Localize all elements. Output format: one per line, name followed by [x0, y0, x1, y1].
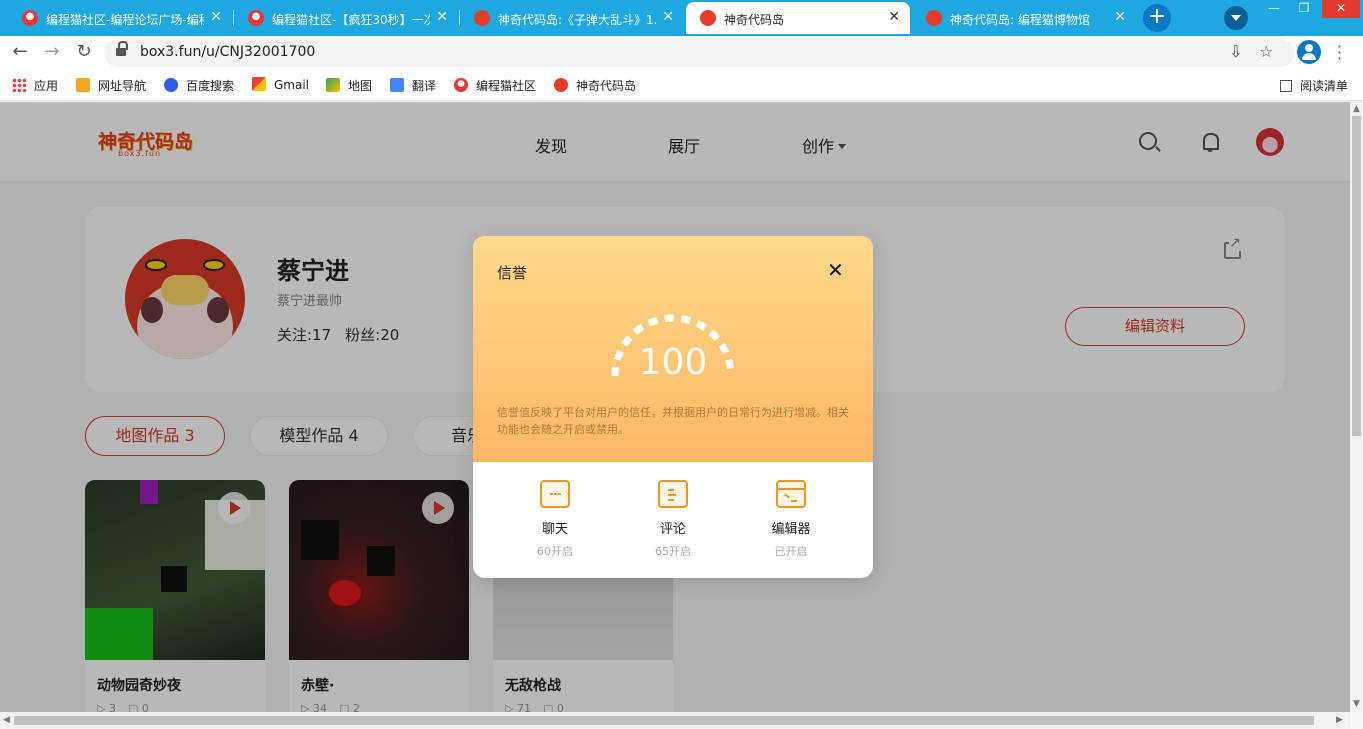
close-window-button[interactable]: ✕ [1322, 0, 1360, 18]
horizontal-scrollbar[interactable]: ◀ ▶ [0, 712, 1350, 729]
account-avatar-icon[interactable] [1297, 40, 1321, 64]
gauge-segment [680, 315, 692, 324]
gauge-segment [664, 314, 674, 323]
editor-icon [776, 480, 806, 508]
tab-title: 神奇代码岛 [724, 13, 785, 27]
tab-title: 神奇代码岛: 编程猫博物馆 [950, 13, 1090, 27]
translate-icon [390, 78, 404, 92]
tab-title: 神奇代码岛:《子弹大乱斗》1. [498, 13, 656, 27]
new-tab-button[interactable]: + [1143, 4, 1171, 32]
apps-grid-icon [12, 78, 26, 92]
tab-title: 编程猫社区-【疯狂30秒】一次 [272, 13, 430, 27]
close-tab-icon[interactable]: ✕ [888, 9, 900, 25]
box3-favicon-icon [700, 10, 716, 26]
reading-list-icon [1280, 80, 1292, 92]
back-arrow-icon[interactable]: ← [8, 41, 32, 65]
bookmark-baidu[interactable]: 百度搜索 [164, 77, 234, 94]
browser-tab-5[interactable]: 神奇代码岛: 编程猫博物馆 ✕ [912, 2, 1136, 34]
gauge-segment [708, 329, 721, 341]
modal-title: 信誉 [497, 264, 528, 282]
browser-toolbar: ← → ↻ box3.fun/u/CNJ32001700 ⇩ ☆ · · · [0, 36, 1363, 69]
feature-comment: 评论 65开启 [633, 480, 713, 559]
forward-arrow-icon[interactable]: → [40, 41, 64, 65]
feature-name: 评论 [659, 522, 686, 537]
credit-score: 100 [638, 342, 708, 383]
codemao-favicon-icon [248, 10, 264, 26]
feature-chat: 聊天 60开启 [515, 480, 595, 559]
scroll-down-arrow-icon[interactable]: ▼ [1353, 699, 1360, 709]
lock-icon[interactable] [116, 41, 128, 57]
url-text[interactable]: box3.fun/u/CNJ32001700 [140, 44, 315, 60]
box3-favicon-icon [926, 10, 942, 26]
browser-tab-bar: 编程猫社区-编程论坛广场-编程 ✕ 编程猫社区-【疯狂30秒】一次 ✕ 神奇代码… [0, 0, 1363, 36]
maps-icon [326, 78, 340, 92]
page-viewport: 神奇代码岛 box3.fun 发现 展厅 创作 蔡宁进 蔡宁进最帅 关注:17 粉… [0, 102, 1350, 712]
browser-tab-4-active[interactable]: 神奇代码岛 ✕ [686, 2, 910, 34]
gauge-segment [695, 320, 708, 331]
bookmark-apps[interactable]: 应用 [12, 77, 58, 94]
address-bar[interactable]: box3.fun/u/CNJ32001700 ⇩ ☆ [104, 39, 1294, 67]
modal-header-gradient: 信誉 ✕ 100 信誉值反映了平台对用户的信任，并根据用户的日常行为进行增减。相… [473, 236, 873, 462]
nav-favicon-icon [76, 78, 90, 92]
gauge-segment [632, 323, 645, 335]
bookmark-star-icon[interactable]: ☆ [1259, 42, 1273, 61]
codemao-favicon-icon [22, 10, 38, 26]
close-tab-icon[interactable]: ✕ [436, 9, 448, 25]
close-tab-icon[interactable]: ✕ [1114, 9, 1126, 25]
vertical-scroll-thumb[interactable] [1352, 116, 1361, 436]
browser-tab-3[interactable]: 神奇代码岛:《子弹大乱斗》1. ✕ [460, 2, 684, 34]
scroll-left-arrow-icon[interactable]: ◀ [3, 715, 10, 725]
bookmark-nav[interactable]: 网址导航 [76, 77, 146, 94]
scroll-right-arrow-icon[interactable]: ▶ [1336, 715, 1343, 725]
reading-list-button[interactable]: 阅读清单 [1280, 77, 1348, 94]
chat-icon [540, 480, 570, 508]
bookmarks-bar: 应用 网址导航 百度搜索 Gmail 地图 翻译 编程猫社区 神奇代码岛 阅读清… [0, 69, 1363, 101]
bookmark-translate[interactable]: 翻译 [390, 77, 436, 94]
browser-tab-2[interactable]: 编程猫社区-【疯狂30秒】一次 ✕ [234, 2, 458, 34]
feature-editor: 编辑器 已开启 [751, 480, 831, 559]
browser-tab-1[interactable]: 编程猫社区-编程论坛广场-编程 ✕ [8, 2, 232, 34]
box3-favicon-icon [554, 78, 568, 92]
feature-name: 聊天 [541, 522, 568, 537]
box3-favicon-icon [474, 10, 490, 26]
close-tab-icon[interactable]: ✕ [662, 9, 674, 25]
tab-search-dropdown-icon[interactable] [1224, 6, 1248, 30]
scroll-up-arrow-icon[interactable]: ▲ [1353, 104, 1360, 114]
reload-icon[interactable]: ↻ [72, 41, 96, 65]
close-tab-icon[interactable]: ✕ [210, 9, 222, 25]
comment-icon [658, 480, 688, 508]
bookmark-box3[interactable]: 神奇代码岛 [554, 77, 636, 94]
credit-description: 信誉值反映了平台对用户的信任，并根据用户的日常行为进行增减。相关功能也会随之开启… [497, 406, 849, 436]
bookmark-codemao[interactable]: 编程猫社区 [454, 77, 536, 94]
feature-status: 60开启 [537, 545, 573, 558]
gmail-icon [252, 77, 266, 91]
vertical-scrollbar[interactable]: ▲ ▼ [1350, 102, 1363, 712]
credit-modal: 信誉 ✕ 100 信誉值反映了平台对用户的信任，并根据用户的日常行为进行增减。相… [473, 236, 873, 578]
minimize-window-button[interactable]: — [1258, 0, 1290, 18]
bookmark-maps[interactable]: 地图 [326, 77, 372, 94]
bookmark-gmail[interactable]: Gmail [252, 77, 309, 92]
feature-status: 已开启 [774, 545, 808, 558]
codemao-favicon-icon [454, 78, 468, 92]
close-icon[interactable]: ✕ [827, 258, 844, 282]
install-icon[interactable]: ⇩ [1229, 42, 1242, 61]
gauge-segment [647, 316, 659, 327]
feature-name: 编辑器 [771, 522, 811, 537]
feature-status: 65开启 [655, 545, 691, 558]
restore-window-button[interactable]: ❐ [1288, 0, 1320, 18]
browser-menu-icon[interactable]: · · · [1337, 39, 1343, 67]
baidu-paw-icon [164, 78, 178, 92]
horizontal-scroll-thumb[interactable] [14, 716, 1314, 725]
tab-title: 编程猫社区-编程论坛广场-编程 [46, 13, 204, 27]
